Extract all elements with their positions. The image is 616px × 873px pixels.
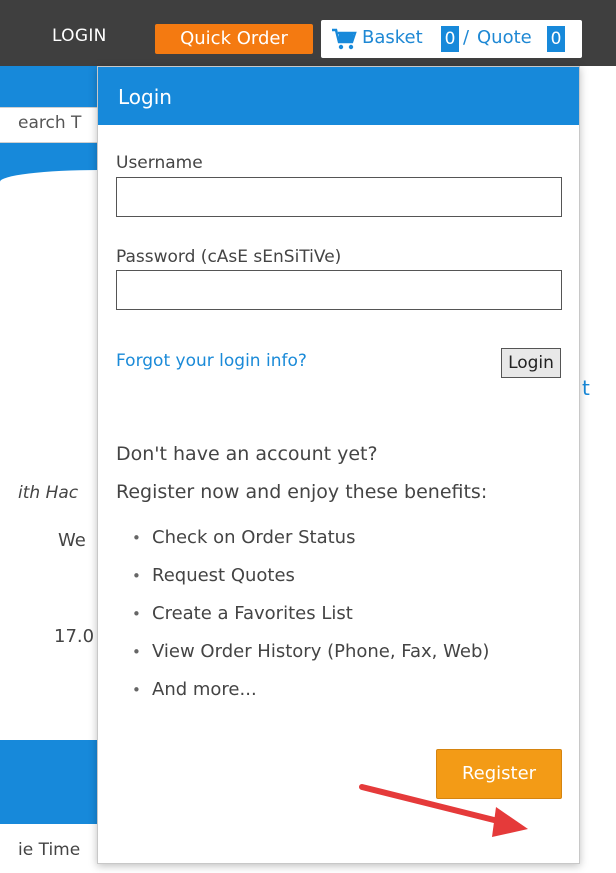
password-label: Password (cAsE sEnSiTiVe) [116, 247, 342, 267]
background-search-placeholder: earch T [18, 113, 82, 133]
background-blue-section [0, 740, 99, 824]
benefit-text: Create a Favorites List [152, 603, 353, 624]
basket-quote-separator: / [463, 27, 470, 48]
list-item: • Create a Favorites List [132, 603, 353, 624]
background-text-fragment: ie Time [18, 840, 81, 860]
login-link[interactable]: LOGIN [52, 26, 107, 46]
login-dropdown: Login Username Password (cAsE sEnSiTiVe)… [97, 66, 580, 864]
list-item: • Request Quotes [132, 565, 295, 586]
basket-count-badge: 0 [441, 26, 459, 52]
quote-count-badge: 0 [547, 26, 565, 52]
background-text-fragment: ith Hac [18, 483, 79, 503]
register-benefits-intro: Register now and enjoy these benefits: [116, 481, 488, 503]
username-label: Username [116, 153, 203, 173]
forgot-login-link[interactable]: Forgot your login info? [116, 351, 307, 371]
quick-order-button[interactable]: Quick Order [155, 24, 313, 54]
register-button[interactable]: Register [436, 749, 562, 799]
login-button[interactable]: Login [501, 348, 561, 378]
password-field[interactable] [116, 270, 562, 310]
quote-link[interactable]: Quote [477, 27, 532, 48]
basket-link[interactable]: Basket [362, 27, 423, 48]
login-dropdown-header: Login [98, 67, 579, 125]
benefit-text: Request Quotes [152, 565, 295, 586]
top-bar: LOGIN Quick Order Basket 0 / Quote 0 [0, 0, 616, 66]
no-account-text: Don't have an account yet? [116, 443, 378, 465]
background-text-fragment: 17.0 [54, 626, 95, 647]
background-text-fragment: We [58, 530, 86, 551]
login-dropdown-title: Login [118, 85, 172, 109]
list-item: • Check on Order Status [132, 527, 356, 548]
list-item: • View Order History (Phone, Fax, Web) [132, 641, 490, 662]
benefit-text: View Order History (Phone, Fax, Web) [152, 641, 490, 662]
username-field[interactable] [116, 177, 562, 217]
benefits-list: • Check on Order Status • Request Quotes •… [132, 527, 489, 717]
background-text-fragment: t [582, 376, 590, 400]
list-item: • And more... [132, 679, 257, 700]
benefit-text: Check on Order Status [152, 527, 356, 548]
benefit-text: And more... [152, 679, 257, 700]
shopping-cart-icon[interactable] [331, 27, 357, 51]
